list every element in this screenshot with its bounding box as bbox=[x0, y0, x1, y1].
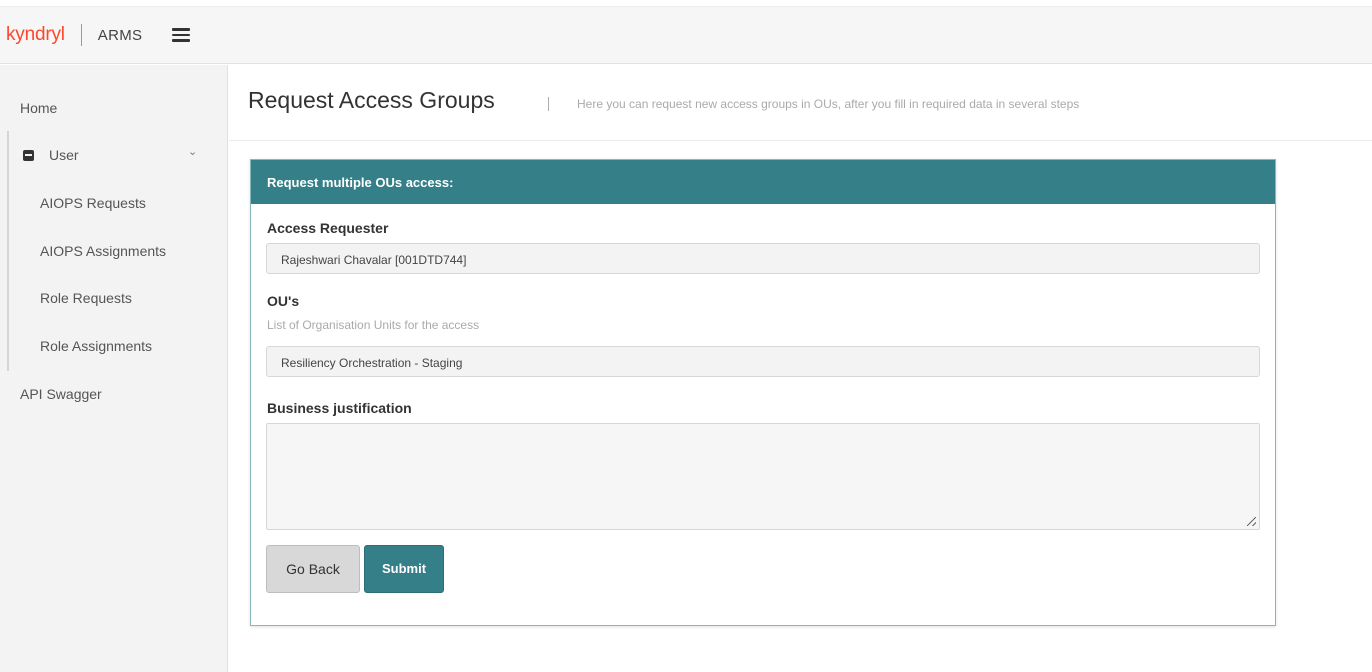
resize-handle-icon[interactable] bbox=[1247, 517, 1256, 526]
page-subtitle: Here you can request new access groups i… bbox=[577, 97, 1080, 111]
business-justification-textarea[interactable] bbox=[266, 423, 1260, 530]
hamburger-menu-icon[interactable] bbox=[172, 28, 191, 42]
brand-logo[interactable]: kyndryl bbox=[6, 24, 65, 46]
sidebar-item-user[interactable]: User bbox=[49, 147, 79, 163]
access-requester-field: Rajeshwari Chavalar [001DTD744] bbox=[266, 243, 1260, 274]
top-bar: kyndryl ARMS bbox=[0, 6, 1372, 64]
sidebar-item-aiops-assignments[interactable]: AIOPS Assignments bbox=[40, 243, 166, 259]
user-icon bbox=[23, 150, 34, 161]
access-requester-label: Access Requester bbox=[267, 220, 389, 236]
title-divider bbox=[548, 97, 549, 111]
ous-field[interactable]: Resiliency Orchestration - Staging bbox=[266, 346, 1260, 377]
brand-divider bbox=[80, 24, 82, 46]
sidebar-item-role-assignments[interactable]: Role Assignments bbox=[40, 338, 152, 354]
sidebar-item-role-requests[interactable]: Role Requests bbox=[40, 290, 132, 306]
business-justification-label: Business justification bbox=[267, 400, 412, 416]
ous-label: OU's bbox=[267, 293, 300, 309]
card-title: Request multiple OUs access: bbox=[251, 160, 1275, 204]
page-header: Request Access Groups Here you can reque… bbox=[229, 65, 1372, 141]
sidebar-item-aiops-requests[interactable]: AIOPS Requests bbox=[40, 195, 146, 211]
sidebar: Home User ⌄ AIOPS Requests AIOPS Assignm… bbox=[0, 65, 228, 672]
go-back-button[interactable]: Go Back bbox=[266, 545, 360, 593]
submit-button[interactable]: Submit bbox=[364, 545, 444, 593]
chevron-down-icon[interactable]: ⌄ bbox=[188, 145, 197, 158]
app-name[interactable]: ARMS bbox=[98, 27, 143, 44]
user-group-indicator bbox=[7, 131, 9, 371]
page-title: Request Access Groups bbox=[248, 87, 495, 113]
ous-hint: List of Organisation Units for the acces… bbox=[267, 318, 480, 332]
sidebar-item-home[interactable]: Home bbox=[20, 100, 57, 116]
request-card: Request multiple OUs access: Access Requ… bbox=[250, 159, 1276, 626]
sidebar-item-api-swagger[interactable]: API Swagger bbox=[20, 386, 102, 402]
